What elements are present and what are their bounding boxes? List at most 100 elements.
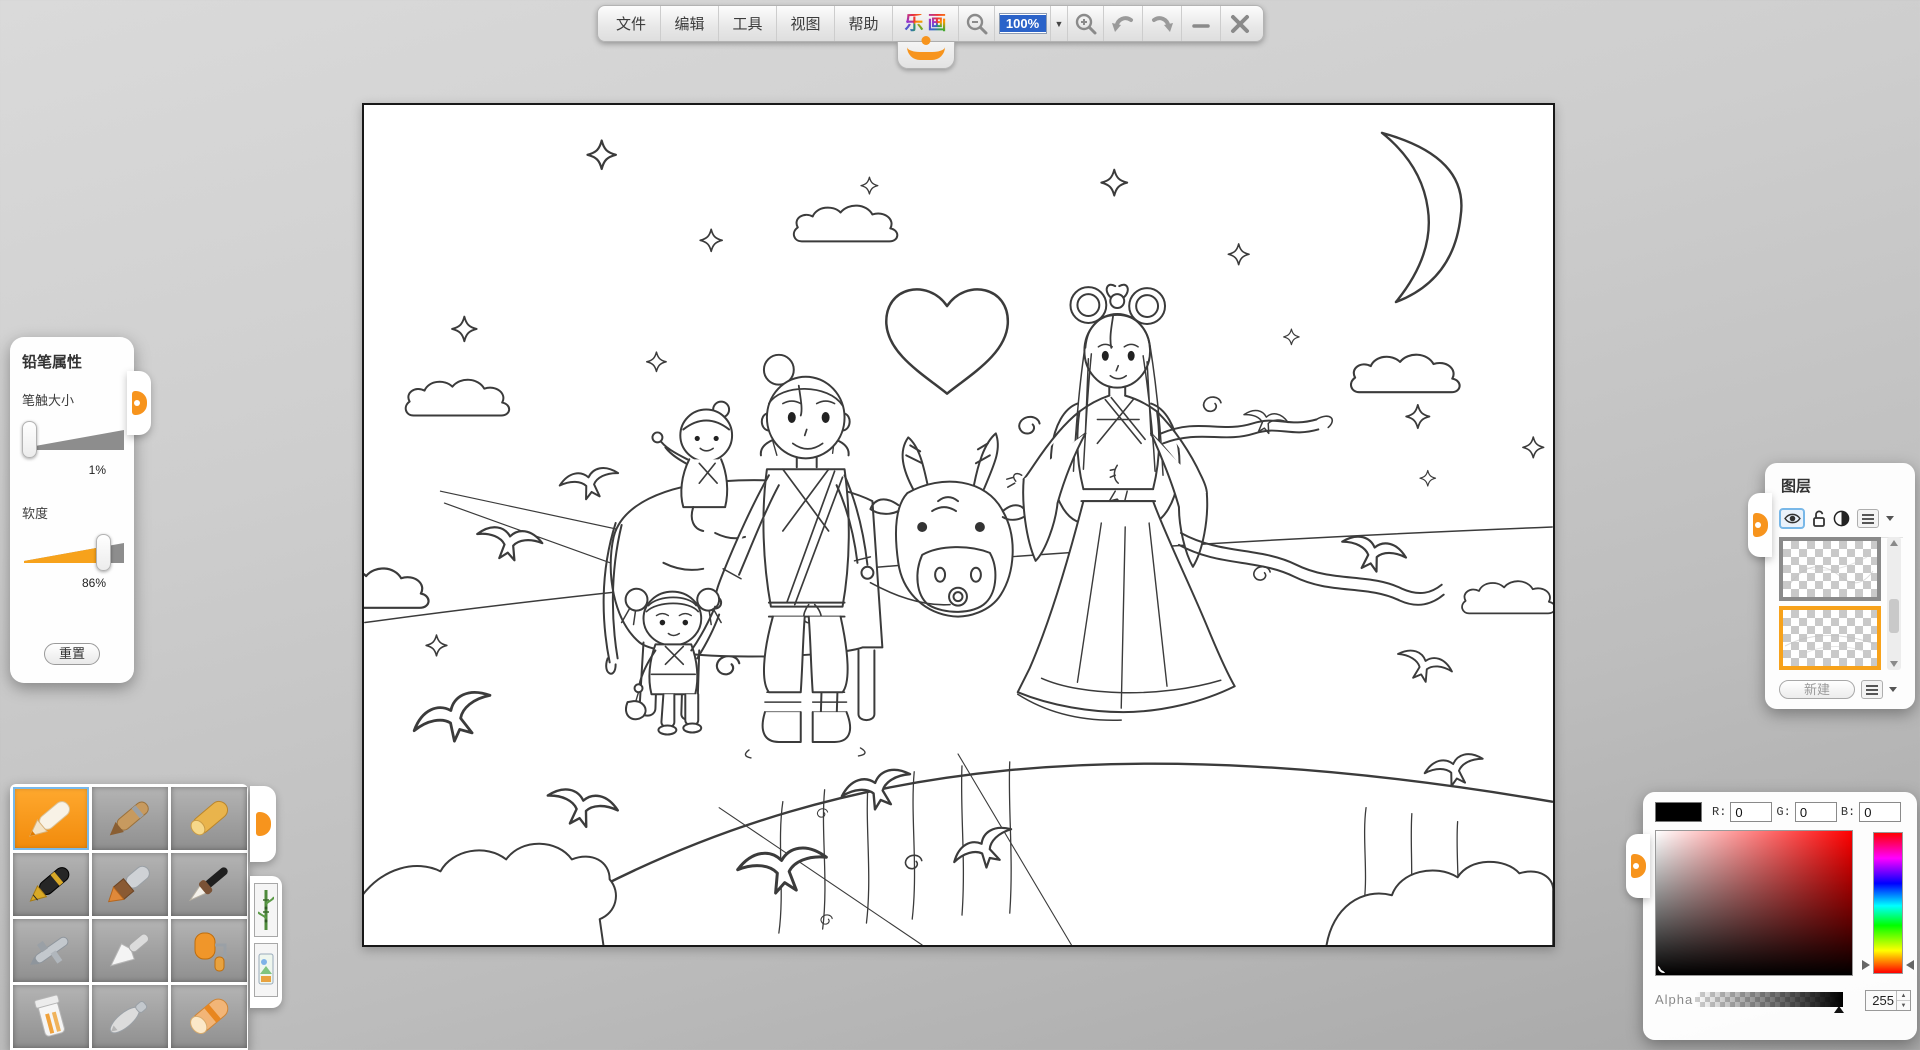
tool-palette <box>10 784 248 1050</box>
brush-size-label: 笔触大小 <box>22 390 122 409</box>
mascot-eyes-icon: 乐画 <box>904 14 946 33</box>
layer-footer-dropdown-icon[interactable] <box>1889 687 1897 692</box>
g-input[interactable] <box>1795 802 1837 822</box>
alpha-spin-down[interactable]: ▼ <box>1897 1001 1910 1010</box>
reset-button[interactable]: 重置 <box>44 643 100 665</box>
layer-item-top[interactable] <box>1779 537 1881 601</box>
grip-icon <box>256 812 271 836</box>
tool-paint-tube[interactable] <box>13 985 89 1048</box>
layer-item-bottom[interactable] <box>1779 606 1881 670</box>
menu-edit[interactable]: 编辑 <box>660 6 718 41</box>
undo-button[interactable] <box>1103 6 1142 41</box>
menu-tools[interactable]: 工具 <box>718 6 776 41</box>
tool-fountain-pen[interactable] <box>13 853 89 916</box>
hue-marker-left-icon[interactable] <box>1862 960 1870 970</box>
hue-marker-right-icon[interactable] <box>1906 960 1914 970</box>
alpha-spinner: ▲ ▼ <box>1865 990 1911 1011</box>
tool-palette-grip[interactable] <box>250 786 276 862</box>
scrollbar-thumb[interactable] <box>1889 599 1899 633</box>
softness-slider[interactable] <box>22 534 122 572</box>
menu-help[interactable]: 帮助 <box>834 6 892 41</box>
mascot-face-tab[interactable] <box>897 42 955 69</box>
menu-file[interactable]: 文件 <box>602 6 660 41</box>
softness-value: 86% <box>22 576 106 590</box>
current-color-swatch[interactable] <box>1655 802 1702 822</box>
wax-crayon-icon <box>177 991 241 1043</box>
tool-crayon[interactable] <box>171 787 247 850</box>
wood-pencil-icon <box>98 793 162 845</box>
alpha-marker-icon[interactable] <box>1834 1006 1844 1013</box>
r-input[interactable] <box>1730 802 1772 822</box>
pencil-panel-grip[interactable] <box>127 371 151 435</box>
softness-handle[interactable] <box>96 534 111 571</box>
scroll-up-icon[interactable] <box>1890 540 1898 546</box>
alpha-slider[interactable] <box>1695 992 1843 1007</box>
mascot-handle[interactable]: 乐画 <box>892 6 958 41</box>
layers-panel: 图层 新建 <box>1765 463 1915 709</box>
tool-paint-roller[interactable] <box>171 919 247 982</box>
redo-button[interactable] <box>1142 6 1181 41</box>
tool-palette-knife[interactable] <box>92 919 168 982</box>
zoom-out-icon <box>965 12 989 36</box>
zoom-out-button[interactable] <box>958 6 994 41</box>
close-icon <box>1229 13 1251 35</box>
zoom-dropdown-button[interactable]: ▼ <box>1050 6 1067 41</box>
layer-visibility-button[interactable] <box>1779 508 1805 529</box>
menu-view[interactable]: 视图 <box>776 6 834 41</box>
paint-tube-icon <box>19 991 83 1043</box>
crayon-icon <box>177 793 241 845</box>
saturation-value-field[interactable] <box>1655 830 1853 976</box>
bamboo-icon <box>258 888 274 932</box>
g-label: G: <box>1776 805 1790 819</box>
layers-panel-title: 图层 <box>1781 475 1903 496</box>
layer-menu-button[interactable] <box>1857 509 1879 528</box>
layers-panel-grip[interactable] <box>1748 493 1772 557</box>
zoom-in-button[interactable] <box>1067 6 1103 41</box>
grip-icon <box>1753 513 1768 537</box>
new-layer-button[interactable]: 新建 <box>1779 680 1855 699</box>
hue-slider[interactable] <box>1873 832 1903 974</box>
alpha-label: Alpha <box>1655 992 1695 1007</box>
paint-brush-icon <box>98 859 162 911</box>
alpha-spin-up[interactable]: ▲ <box>1897 991 1910 1001</box>
softness-label: 软度 <box>22 503 122 522</box>
color-picker-panel: R: G: B: Alpha ▲ ▼ <box>1643 792 1917 1040</box>
color-panel-grip[interactable] <box>1626 834 1650 898</box>
r-label: R: <box>1712 805 1726 819</box>
layer-scrollbar[interactable] <box>1887 537 1901 670</box>
lock-open-icon[interactable] <box>1812 510 1826 527</box>
layer-menu-dropdown-icon[interactable] <box>1886 516 1894 521</box>
tool-ink-brush[interactable] <box>171 853 247 916</box>
quill-knife-icon <box>98 991 162 1043</box>
eye-icon <box>1784 512 1801 525</box>
scroll-down-icon[interactable] <box>1890 661 1898 667</box>
undo-icon <box>1110 12 1136 36</box>
pencil-icon <box>19 793 83 845</box>
tab-sticker-gallery[interactable] <box>254 943 278 997</box>
paint-roller-icon <box>177 925 241 977</box>
close-button[interactable] <box>1220 6 1259 41</box>
minimize-icon <box>1190 13 1212 35</box>
tab-bamboo-brushes[interactable] <box>254 883 278 937</box>
tool-airbrush[interactable] <box>13 919 89 982</box>
brush-size-track[interactable] <box>24 430 124 450</box>
minimize-button[interactable] <box>1181 6 1220 41</box>
tool-pencil[interactable] <box>13 787 89 850</box>
mascot-nose-icon <box>921 36 930 45</box>
alpha-value-input[interactable] <box>1866 991 1896 1010</box>
tool-paint-brush[interactable] <box>92 853 168 916</box>
zoom-level-combo[interactable]: 100% <box>994 6 1050 41</box>
brush-size-slider[interactable] <box>22 421 122 459</box>
tool-quill-knife[interactable] <box>92 985 168 1048</box>
pencil-properties-panel: 铅笔属性 笔触大小 1% 软度 86% 重置 <box>10 337 134 683</box>
opacity-icon[interactable] <box>1833 510 1850 527</box>
drawing-canvas[interactable] <box>362 103 1555 947</box>
palette-knife-icon <box>98 925 162 977</box>
layer-footer-menu-button[interactable] <box>1861 680 1883 699</box>
tool-category-tabs <box>250 876 282 1008</box>
brush-size-handle[interactable] <box>22 421 37 458</box>
tool-wax-crayon[interactable] <box>171 985 247 1048</box>
b-input[interactable] <box>1859 802 1901 822</box>
tool-wood-pencil[interactable] <box>92 787 168 850</box>
fountain-pen-icon <box>19 859 83 911</box>
